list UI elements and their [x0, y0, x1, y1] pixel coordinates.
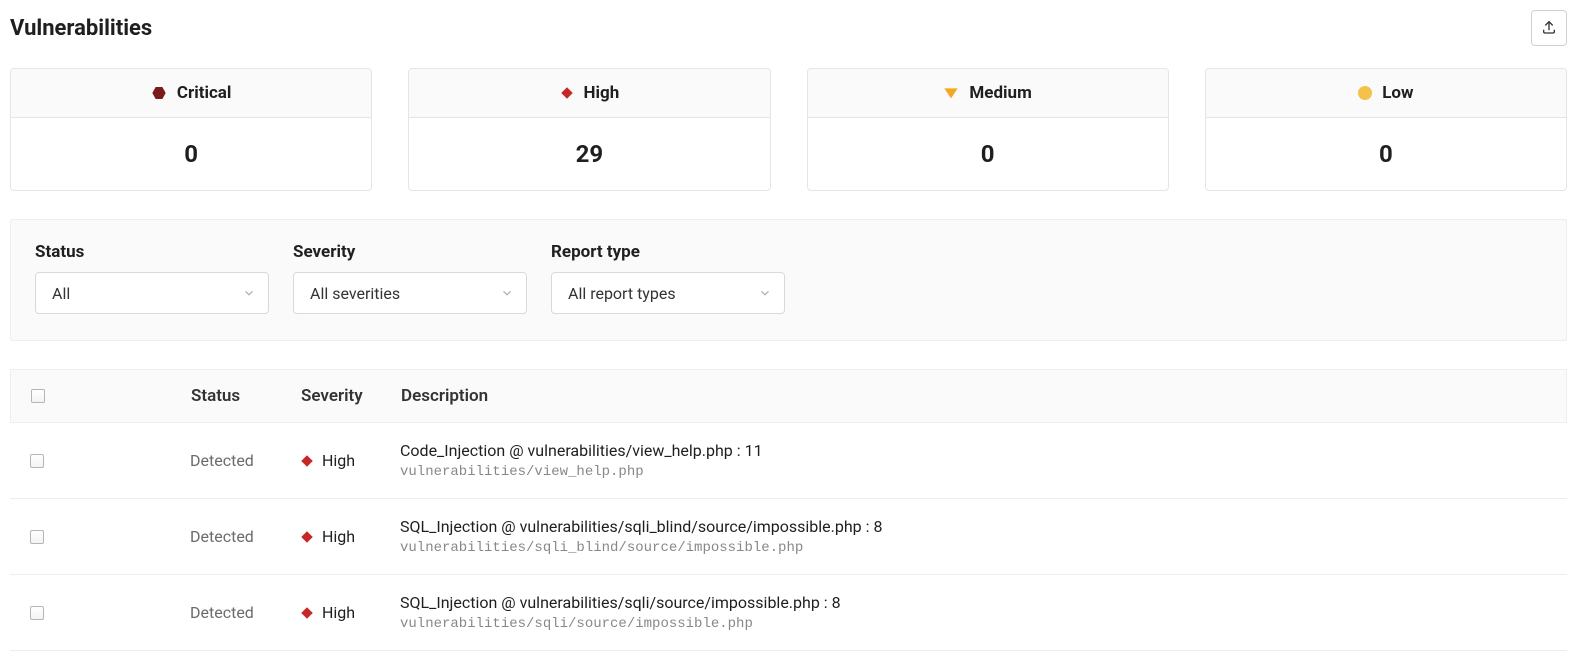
row-description-title: SQL_Injection @ vulnerabilities/sqli/sou…	[400, 593, 1547, 612]
summary-card-label: Medium	[969, 83, 1031, 103]
row-checkbox[interactable]	[30, 454, 44, 468]
row-description-title: Code_Injection @ vulnerabilities/view_he…	[400, 441, 1547, 460]
summary-card-medium[interactable]: Medium 0	[807, 68, 1169, 191]
summary-card-low[interactable]: Low 0	[1205, 68, 1567, 191]
row-severity-label: High	[322, 451, 355, 470]
filter-label-severity: Severity	[293, 242, 527, 262]
summary-card-header: Medium	[808, 69, 1168, 118]
summary-card-label: High	[584, 83, 620, 103]
chevron-down-icon	[242, 286, 256, 300]
row-severity-label: High	[322, 527, 355, 546]
severity-select[interactable]: All severities	[293, 272, 527, 314]
export-icon	[1541, 19, 1557, 38]
summary-card-label: Low	[1382, 83, 1413, 103]
table-row[interactable]: Detected High Code_Injection @ vulnerabi…	[10, 423, 1567, 499]
row-status: Detected	[190, 603, 300, 622]
status-select[interactable]: All	[35, 272, 269, 314]
severity-high-icon	[560, 86, 574, 100]
vulnerabilities-table: Status Severity Description Detected Hig…	[10, 369, 1567, 651]
table-header: Status Severity Description	[10, 369, 1567, 423]
severity-high-icon	[300, 454, 314, 468]
severity-high-icon	[300, 606, 314, 620]
table-row[interactable]: Detected High SQL_Injection @ vulnerabil…	[10, 575, 1567, 651]
severity-select-value: All severities	[310, 284, 400, 303]
filter-label-status: Status	[35, 242, 269, 262]
col-header-description: Description	[401, 386, 1546, 406]
summary-card-header: Low	[1206, 69, 1566, 118]
summary-card-count: 0	[11, 118, 371, 190]
row-status: Detected	[190, 527, 300, 546]
severity-high-icon	[300, 530, 314, 544]
row-status: Detected	[190, 451, 300, 470]
col-header-status: Status	[191, 386, 301, 406]
summary-card-critical[interactable]: Critical 0	[10, 68, 372, 191]
summary-card-label: Critical	[177, 83, 232, 103]
summary-card-header: Critical	[11, 69, 371, 118]
chevron-down-icon	[758, 286, 772, 300]
row-description-path: vulnerabilities/sqli_blind/source/imposs…	[400, 540, 1547, 556]
filter-panel: Status All Severity All severities Repor…	[10, 219, 1567, 341]
col-header-severity: Severity	[301, 386, 401, 406]
row-description-path: vulnerabilities/view_help.php	[400, 464, 1547, 480]
table-row[interactable]: Detected High SQL_Injection @ vulnerabil…	[10, 499, 1567, 575]
row-severity-label: High	[322, 603, 355, 622]
severity-medium-icon	[943, 86, 959, 100]
filter-label-report-type: Report type	[551, 242, 785, 262]
report-type-select-value: All report types	[568, 284, 676, 303]
severity-low-icon	[1358, 86, 1372, 100]
summary-card-count: 29	[409, 118, 769, 190]
row-description-title: SQL_Injection @ vulnerabilities/sqli_bli…	[400, 517, 1547, 536]
select-all-checkbox[interactable]	[31, 389, 45, 403]
summary-card-count: 0	[808, 118, 1168, 190]
export-button[interactable]	[1531, 10, 1567, 46]
row-checkbox[interactable]	[30, 530, 44, 544]
report-type-select[interactable]: All report types	[551, 272, 785, 314]
summary-card-count: 0	[1206, 118, 1566, 190]
severity-critical-icon	[151, 85, 167, 101]
summary-card-high[interactable]: High 29	[408, 68, 770, 191]
chevron-down-icon	[500, 286, 514, 300]
page-title: Vulnerabilities	[10, 16, 152, 41]
row-description-path: vulnerabilities/sqli/source/impossible.p…	[400, 616, 1547, 632]
row-checkbox[interactable]	[30, 606, 44, 620]
status-select-value: All	[52, 284, 70, 303]
summary-card-header: High	[409, 69, 769, 118]
